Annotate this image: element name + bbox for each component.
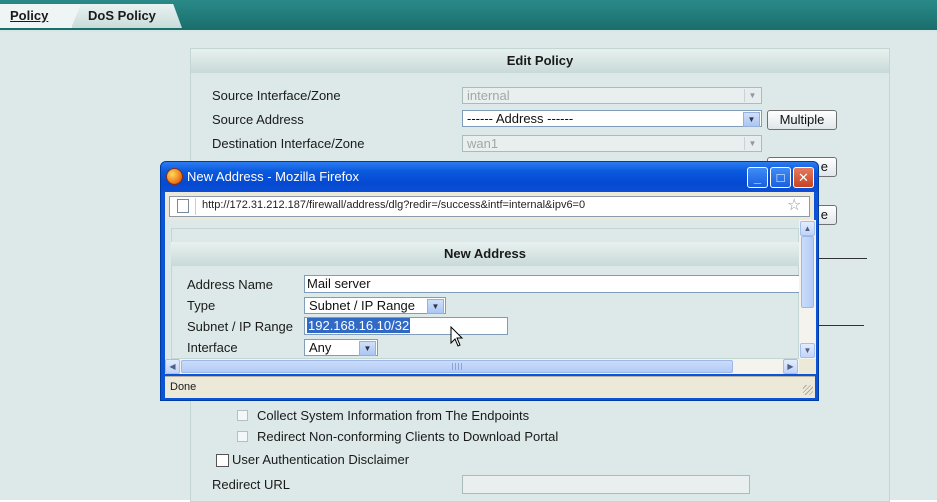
vertical-scroll-thumb[interactable] xyxy=(801,236,814,308)
chevron-down-icon: ▼ xyxy=(744,89,760,102)
redirect-noncompliant-checkbox[interactable] xyxy=(237,431,248,442)
status-text: Done xyxy=(170,381,197,393)
subnet-input[interactable]: 192.168.16.10/32 xyxy=(304,317,508,335)
window-title: New Address - Mozilla Firefox xyxy=(187,169,359,184)
redirect-url-label: Redirect URL xyxy=(212,477,291,492)
subnet-label: Subnet / IP Range xyxy=(187,319,294,334)
chevron-down-icon: ▼ xyxy=(743,112,760,127)
interface-value: Any xyxy=(309,340,332,355)
scroll-left-icon[interactable]: ◀ xyxy=(165,359,180,374)
type-value: Subnet / IP Range xyxy=(309,298,416,313)
redirect-url-input[interactable] xyxy=(462,475,750,494)
scroll-corner xyxy=(799,359,816,374)
collect-info-label: Collect System Information from The Endp… xyxy=(257,408,530,423)
url-text: http://172.31.212.187/firewall/address/d… xyxy=(202,199,586,211)
destination-interface-select[interactable]: wan1 ▼ xyxy=(462,135,762,152)
divider xyxy=(195,198,196,215)
resize-grip-icon[interactable] xyxy=(803,385,813,395)
bookmark-star-icon[interactable]: ☆ xyxy=(787,196,801,216)
interface-label: Interface xyxy=(187,340,238,355)
type-select[interactable]: Subnet / IP Range ▼ xyxy=(304,297,446,314)
address-name-label: Address Name xyxy=(187,277,273,292)
tab-policy[interactable]: Policy xyxy=(0,4,80,28)
source-interface-select[interactable]: internal ▼ xyxy=(462,87,762,104)
chevron-down-icon: ▼ xyxy=(427,299,444,314)
interface-select[interactable]: Any ▼ xyxy=(304,339,378,356)
divider xyxy=(815,258,867,259)
scroll-right-icon[interactable]: ▶ xyxy=(783,359,798,374)
source-interface-value: internal xyxy=(467,88,510,103)
redirect-noncompliant-label: Redirect Non-conforming Clients to Downl… xyxy=(257,429,559,444)
source-address-select[interactable]: ------ Address ------ ▼ xyxy=(462,110,762,127)
disclaimer-checkbox[interactable] xyxy=(216,454,229,467)
disclaimer-label: User Authentication Disclaimer xyxy=(232,452,410,467)
scroll-up-icon[interactable]: ▲ xyxy=(800,221,815,236)
multiple-button[interactable]: Multiple xyxy=(767,110,837,130)
status-bar: Done xyxy=(165,376,815,398)
collect-info-checkbox[interactable] xyxy=(237,410,248,421)
destination-interface-label: Destination Interface/Zone xyxy=(212,136,365,151)
window-titlebar[interactable]: New Address - Mozilla Firefox _ □ ✕ xyxy=(161,162,818,192)
scroll-down-icon[interactable]: ▼ xyxy=(800,343,815,358)
page-icon xyxy=(177,199,189,213)
scroll-grip-icon xyxy=(452,363,462,370)
tab-dos-policy[interactable]: DoS Policy xyxy=(72,4,182,28)
maximize-icon[interactable]: □ xyxy=(770,167,791,188)
close-icon[interactable]: ✕ xyxy=(793,167,814,188)
divider xyxy=(815,325,864,326)
minimize-icon[interactable]: _ xyxy=(747,167,768,188)
destination-interface-value: wan1 xyxy=(467,136,499,151)
mouse-cursor-icon xyxy=(450,326,464,347)
address-name-input[interactable]: Mail server xyxy=(304,275,800,293)
source-interface-label: Source Interface/Zone xyxy=(212,88,341,103)
firefox-icon xyxy=(166,168,183,185)
chevron-down-icon: ▼ xyxy=(744,137,760,150)
chevron-down-icon: ▼ xyxy=(359,341,376,356)
type-label: Type xyxy=(187,298,216,313)
subnet-value: 192.168.16.10/32 xyxy=(307,318,411,333)
source-address-label: Source Address xyxy=(212,112,304,127)
new-address-title: New Address xyxy=(171,242,799,266)
edit-policy-title: Edit Policy xyxy=(191,49,889,73)
source-address-value: ------ Address ------ xyxy=(467,111,574,126)
